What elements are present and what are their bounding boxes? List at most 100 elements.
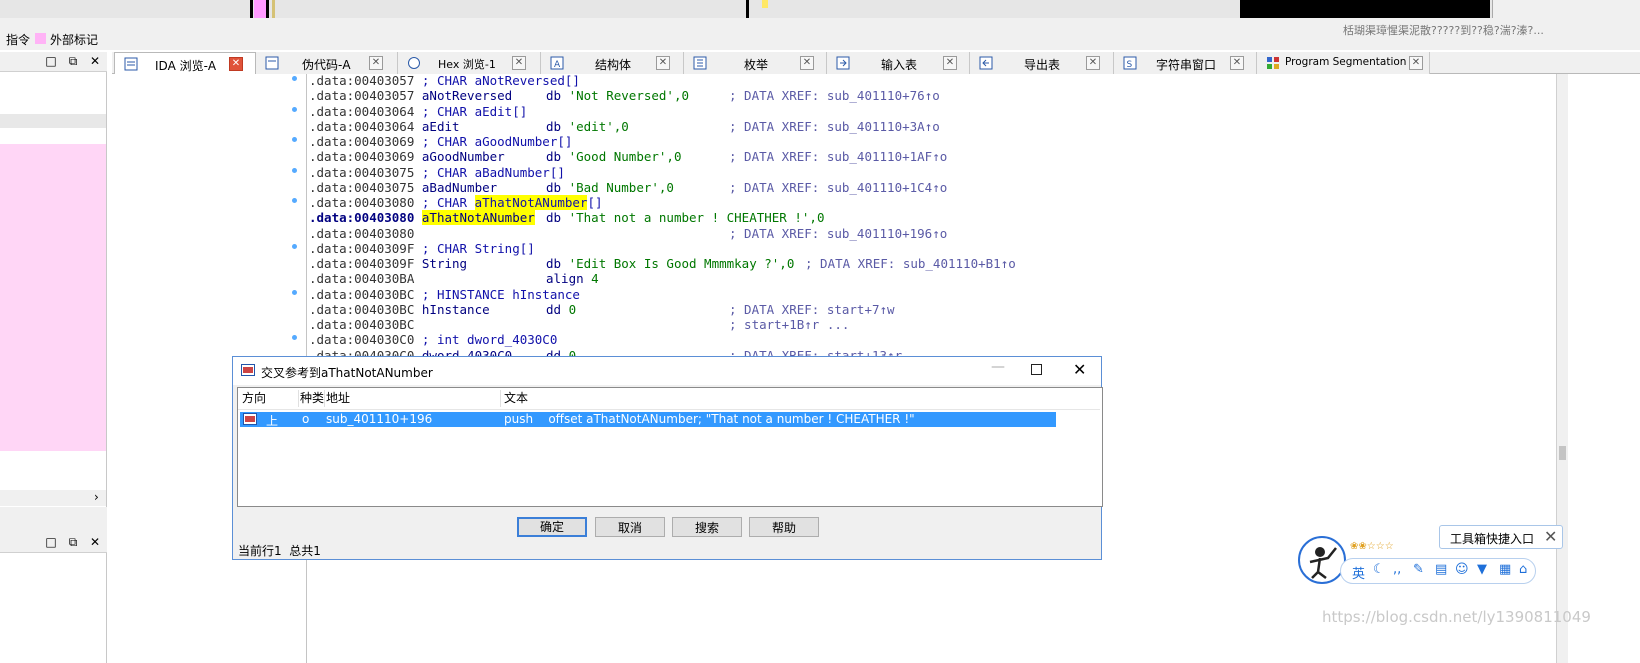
close-icon[interactable]: ✕ (369, 56, 383, 70)
shirt-icon[interactable]: ▼ (1477, 562, 1487, 577)
line-xref[interactable]: ; DATA XREF: sub_401110+1AF↑o (729, 149, 947, 164)
highlighted-name: aThatNotANumber (474, 195, 588, 210)
xref-list[interactable]: 方向 种类 地址 文本 上 o sub_401110+196 push offs… (237, 387, 1103, 507)
line-name[interactable]: aThatNotANumber (421, 210, 535, 225)
code-line[interactable]: .data:00403080 ; CHAR aThatNotANumber[] (309, 195, 603, 210)
code-line[interactable]: .data:0040309F ; CHAR String[] (309, 241, 535, 256)
scroll-thumb[interactable] (1559, 446, 1566, 460)
navigation-band[interactable] (0, 0, 1640, 18)
avatar[interactable] (1298, 536, 1346, 584)
code-line[interactable]: .data:00403069 aGoodNumber db 'Good Numbe… (309, 149, 947, 164)
code-line[interactable]: .data:0040309F String db 'Edit Box Is Goo… (309, 256, 1016, 271)
tab-hex-view[interactable]: Hex 浏览-1 ✕ (398, 52, 541, 74)
line-name[interactable]: aNotReversed (422, 88, 544, 103)
close-icon[interactable]: ✕ (1086, 56, 1100, 70)
code-line[interactable]: .data:00403069 ; CHAR aGoodNumber[] (309, 134, 572, 149)
tab-exports[interactable]: 导出表 ✕ (970, 52, 1114, 74)
column-text[interactable]: 文本 (504, 390, 1054, 407)
watermark: https://blog.csdn.net/ly1390811049 (1322, 608, 1591, 626)
code-line[interactable]: .data:004030BC ; start+1B↑r ... (309, 317, 849, 332)
code-line[interactable]: .data:004030BA align 4 (309, 271, 599, 286)
line-name[interactable]: aEdit (422, 119, 544, 134)
line-opcode: db (546, 210, 562, 225)
code-line[interactable]: .data:00403057 ; CHAR aNotReversed[] (309, 73, 580, 88)
tab-program-segmentation[interactable]: Program Segmentation ✕ (1257, 52, 1430, 74)
column-type[interactable]: 种类 (300, 390, 325, 407)
close-icon[interactable]: ✕ (229, 57, 243, 71)
tab-structures[interactable]: A 结构体 ✕ (541, 52, 684, 74)
tab-enums[interactable]: 枚举 ✕ (684, 52, 827, 74)
tab-label: Hex 浏览-1 (438, 58, 496, 71)
close-icon[interactable]: ✕ (512, 56, 526, 70)
code-line[interactable]: .data:00403064 aEdit db 'edit',0 ; DATA XR… (309, 119, 940, 134)
moon-icon[interactable]: ☾ (1373, 562, 1385, 577)
legend-external: 外部标记 (50, 33, 99, 47)
horizontal-scrollbar[interactable]: › (0, 490, 106, 506)
toolbox-label: 工具箱快捷入口 (1450, 532, 1535, 546)
cancel-button[interactable]: 取消 (595, 517, 665, 537)
line-name[interactable]: hInstance (422, 302, 544, 317)
ok-button[interactable]: 确定 (517, 517, 587, 537)
dialog-titlebar[interactable]: 交叉参考到aThatNotANumber — ✕ (233, 357, 1101, 385)
code-line[interactable]: .data:00403075 ; CHAR aBadNumber[] (309, 165, 565, 180)
code-line[interactable]: .data:00403080 aThatNotANumber db 'That n… (309, 210, 824, 225)
column-address[interactable]: 地址 (326, 390, 501, 407)
ime-language-toggle[interactable]: 英 (1352, 563, 1365, 582)
line-xref[interactable]: ; DATA XREF: sub_401110+3A↑o (729, 119, 940, 134)
table-row[interactable]: 上 o sub_401110+196 push offset aThatNotA… (240, 412, 1056, 428)
tab-pseudocode[interactable]: 伪代码-A ✕ (256, 52, 398, 74)
close-icon[interactable]: ✕ (800, 56, 814, 70)
tab-label: 输入表 (881, 58, 918, 72)
line-xref[interactable]: ; DATA XREF: sub_401110+B1↑o (805, 256, 1016, 271)
tab-imports[interactable]: 输入表 ✕ (827, 52, 970, 74)
line-xref[interactable]: ; DATA XREF: sub_401110+196↑o (729, 226, 947, 241)
tab-ida-view[interactable]: IDA 浏览-A ✕ (114, 52, 256, 75)
selected-row[interactable] (0, 114, 106, 128)
line-operand: 4 (591, 271, 599, 286)
code-line[interactable]: .data:004030C0 ; int dword_4030C0 (309, 332, 557, 347)
code-line[interactable]: .data:00403075 aBadNumber db 'Bad Number'… (309, 180, 947, 195)
close-icon[interactable]: ✕ (943, 56, 957, 70)
scroll-right-icon[interactable]: › (94, 490, 99, 504)
line-xref[interactable]: ; DATA XREF: sub_401110+76↑o (729, 88, 940, 103)
restore-icon[interactable]: ⧉ (66, 54, 80, 68)
punctuation-icon[interactable]: ,, (1393, 562, 1401, 577)
smile-icon[interactable]: ☺ (1455, 562, 1469, 577)
grid-icon[interactable]: ▦ (1499, 562, 1511, 577)
line-xref[interactable]: ; start+1B↑r ... (729, 317, 849, 332)
search-button[interactable]: 搜索 (672, 517, 742, 537)
legend-swatch-external (35, 33, 46, 44)
close-icon[interactable]: ✕ (88, 535, 102, 549)
line-name[interactable]: aBadNumber (422, 180, 544, 195)
close-icon[interactable]: ✕ (1073, 360, 1086, 379)
clipboard-icon[interactable]: ▤ (1435, 562, 1447, 577)
line-name[interactable]: String (422, 256, 544, 271)
line-name[interactable]: aGoodNumber (422, 149, 544, 164)
help-button[interactable]: 帮助 (749, 517, 819, 537)
minimize-icon[interactable]: □ (44, 54, 58, 68)
code-line[interactable]: .data:004030BC hInstance dd 0 ; DATA XREF:… (309, 302, 895, 317)
code-line[interactable]: .data:004030BC ; HINSTANCE hInstance (309, 287, 580, 302)
close-icon[interactable]: ✕ (88, 54, 102, 68)
minimize-icon[interactable]: — (991, 359, 1005, 375)
column-direction[interactable]: 方向 (242, 390, 299, 407)
legend-row: 指令 外部标记 栝瑚渠璋惺渠泥散?????到??稳?湍?溱?... (0, 24, 1640, 50)
close-icon[interactable]: ✕ (1409, 56, 1423, 70)
line-xref[interactable]: ; DATA XREF: sub_401110+1C4↑o (729, 180, 947, 195)
maximize-icon[interactable] (1031, 364, 1042, 375)
code-line[interactable]: .data:00403064 ; CHAR aEdit[] (309, 104, 527, 119)
line-xref[interactable]: ; DATA XREF: start+7↑w (729, 302, 895, 317)
code-line[interactable]: .data:00403057 aNotReversed db 'Not Rever… (309, 88, 940, 103)
pink-overview[interactable] (0, 144, 106, 451)
restore-icon[interactable]: ⧉ (66, 535, 80, 549)
close-icon[interactable]: ✕ (1544, 527, 1557, 546)
code-line[interactable]: .data:00403080 ; DATA XREF: sub_401110+1… (309, 226, 947, 241)
close-icon[interactable]: ✕ (1230, 56, 1244, 70)
close-icon[interactable]: ✕ (656, 56, 670, 70)
tab-strings[interactable]: S 字符串窗口 ✕ (1114, 52, 1257, 74)
vertical-scrollbar[interactable] (1556, 74, 1568, 663)
wrench-icon[interactable]: ✎ (1413, 562, 1424, 577)
minimize-icon[interactable]: □ (44, 535, 58, 549)
ime-toolbar[interactable]: 英 ☾ ,, ✎ ▤ ☺ ▼ ▦ ⌂ (1340, 558, 1536, 584)
lock-icon[interactable]: ⌂ (1519, 562, 1527, 577)
